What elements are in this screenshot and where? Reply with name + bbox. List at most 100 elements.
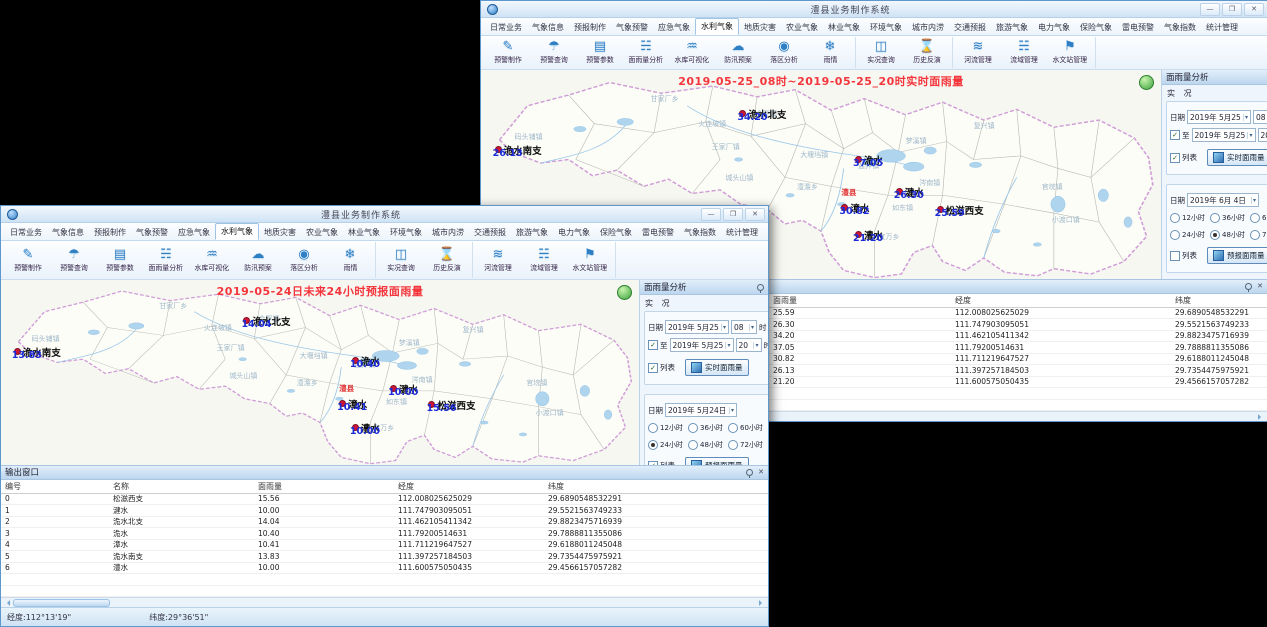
menu-tab[interactable]: 气象预警 [611,20,653,35]
river-management-button[interactable]: ≋河流管理 [955,37,1001,68]
scroll-right-icon[interactable] [759,600,765,606]
menu-tab[interactable]: 水利气象 [215,223,259,240]
table-row[interactable]: 2洈水北支14.04111.46210541134229.88234757169… [1,517,768,529]
flood-plan-button[interactable]: ☁防汛预案 [715,37,761,68]
column-header[interactable]: 面雨量 [769,295,951,306]
live-query-button[interactable]: ◫实况查询 [858,37,904,68]
menu-tab[interactable]: 城市内涝 [427,225,469,240]
live-date-select[interactable]: 2019年 5月25日▾ [1187,110,1251,124]
menu-tab[interactable]: 城市内涝 [907,20,949,35]
live-to-hour-select[interactable]: 20▾ [736,338,762,352]
list-checkbox[interactable]: ✓ [1170,153,1180,163]
menu-tab[interactable]: 旅游气象 [991,20,1033,35]
menu-tab[interactable]: 交通预报 [949,20,991,35]
reservoir-visual-button[interactable]: ♒水库可视化 [669,37,715,68]
column-header[interactable]: 名称 [109,481,254,492]
zone-analysis-button[interactable]: ◉落区分析 [281,242,327,278]
map-locate-button[interactable] [617,285,632,300]
menu-tab[interactable]: 气象指数 [679,225,721,240]
menu-tab[interactable]: 电力气象 [553,225,595,240]
duration-radio[interactable]: 36小时 [688,423,728,433]
menu-tab[interactable]: 雷电预警 [1117,20,1159,35]
duration-radio[interactable]: 24小时 [1170,230,1210,240]
live-to-hour-select[interactable]: 20▾ [1258,128,1267,142]
table-row[interactable]: 5洈水南支13.83111.39725718450329.73544759759… [1,551,768,563]
close-button[interactable]: ✕ [745,208,765,221]
menu-tab[interactable]: 交通预报 [469,225,511,240]
hydrostation-management-button[interactable]: ⚑水文站管理 [1047,37,1093,68]
title-bar[interactable]: 澧县业务制作系统 — ❐ ✕ [1,206,768,223]
zone-analysis-button[interactable]: ◉落区分析 [761,37,807,68]
menu-tab[interactable]: 日常业务 [485,20,527,35]
map-area[interactable]: 2019-05-24日未来24小时预报面雨量 甘家厂乡金罗镇火连坡镇码头铺镇王家… [1,280,639,465]
column-header[interactable]: 面雨量 [254,481,394,492]
warning-create-button[interactable]: ✎预警制作 [485,37,531,68]
scroll-left-icon[interactable] [4,600,10,606]
area-rainfall-analysis-button[interactable]: ☵面雨量分析 [623,37,669,68]
hydrostation-management-button[interactable]: ⚑水文站管理 [567,242,613,278]
forecast-rainfall-button[interactable]: 预报面雨量 [1207,247,1267,264]
column-header[interactable]: 经度 [394,481,544,492]
menu-tab[interactable]: 林业气象 [823,20,865,35]
table-row[interactable]: 0松滋西支15.56112.00802562502929.68905485322… [1,494,768,506]
menu-tab[interactable]: 环境气象 [385,225,427,240]
area-rainfall-analysis-button[interactable]: ☵面雨量分析 [143,242,189,278]
live-date-select[interactable]: 2019年 5月25日▾ [665,320,729,334]
table-row[interactable]: 4漳水10.41111.71121964752729.6188011245048 [1,540,768,552]
duration-radio[interactable]: 48小时 [688,440,728,450]
basin-management-button[interactable]: ☵流域管理 [1001,37,1047,68]
menu-tab[interactable]: 气象信息 [47,225,89,240]
live-to-date-select[interactable]: 2019年 5月25日▾ [1192,128,1256,142]
menu-tab[interactable]: 保险气象 [595,225,637,240]
menu-tab[interactable]: 预报制作 [569,20,611,35]
menu-tab[interactable]: 雷电预警 [637,225,679,240]
list-checkbox[interactable] [1170,251,1180,261]
flood-plan-button[interactable]: ☁防汛预案 [235,242,281,278]
duration-radio[interactable]: 12小时 [648,423,688,433]
menu-tab[interactable]: 地质灾害 [259,225,301,240]
live-hour-select[interactable]: 08▾ [1253,110,1267,124]
forecast-date-select[interactable]: 2019年 6月 4日▾ [1187,193,1259,207]
reservoir-visual-button[interactable]: ♒水库可视化 [189,242,235,278]
minimize-button[interactable]: — [701,208,721,221]
rain-info-button[interactable]: ❄雨情 [807,37,853,68]
column-header[interactable]: 纬度 [544,481,768,492]
menu-tab[interactable]: 保险气象 [1075,20,1117,35]
close-icon[interactable]: ✕ [758,468,764,476]
menu-tab[interactable]: 统计管理 [1201,20,1243,35]
menu-tab[interactable]: 应急气象 [653,20,695,35]
menu-tab[interactable]: 日常业务 [5,225,47,240]
duration-radio[interactable]: 72小时 [1250,230,1267,240]
menu-tab[interactable]: 环境气象 [865,20,907,35]
menu-tab[interactable]: 水利气象 [695,18,739,35]
realtime-rainfall-button[interactable]: 实时面雨量 [685,359,749,376]
map-locate-button[interactable] [1139,75,1154,90]
column-header[interactable]: 经度 [951,295,1171,306]
close-button[interactable]: ✕ [1244,3,1264,16]
warning-create-button[interactable]: ✎预警制作 [5,242,51,278]
table-row[interactable]: 6澧水10.00111.60057505043529.4566157057282 [1,563,768,575]
menu-tab[interactable]: 电力气象 [1033,20,1075,35]
pin-icon[interactable] [757,284,764,291]
table-row[interactable]: 3洈水10.40111.7920051463129.7888811355086 [1,528,768,540]
live-query-button[interactable]: ◫实况查询 [378,242,424,278]
duration-radio[interactable]: 36小时 [1210,213,1250,223]
warning-query-button[interactable]: ☂预警查询 [51,242,97,278]
menu-tab[interactable]: 预报制作 [89,225,131,240]
live-hour-select[interactable]: 08▾ [731,320,757,334]
duration-radio[interactable]: 60小时 [1250,213,1267,223]
menu-tab[interactable]: 统计管理 [721,225,763,240]
minimize-button[interactable]: — [1200,3,1220,16]
scrollbar-thumb[interactable] [13,599,110,607]
duration-radio[interactable]: 48小时 [1210,230,1250,240]
menu-tab[interactable]: 农业气象 [781,20,823,35]
table-row[interactable]: 1湕水10.00111.74790309505129.5521563749233 [1,505,768,517]
basin-management-button[interactable]: ☵流域管理 [521,242,567,278]
warning-params-button[interactable]: ▤预警参数 [97,242,143,278]
menu-tab[interactable]: 地质灾害 [739,20,781,35]
realtime-rainfall-button[interactable]: 实时面雨量 [1207,149,1267,166]
live-to-date-select[interactable]: 2019年 5月25日▾ [670,338,734,352]
history-review-button[interactable]: ⌛历史反演 [904,37,950,68]
maximize-button[interactable]: ❐ [1222,3,1242,16]
maximize-button[interactable]: ❐ [723,208,743,221]
